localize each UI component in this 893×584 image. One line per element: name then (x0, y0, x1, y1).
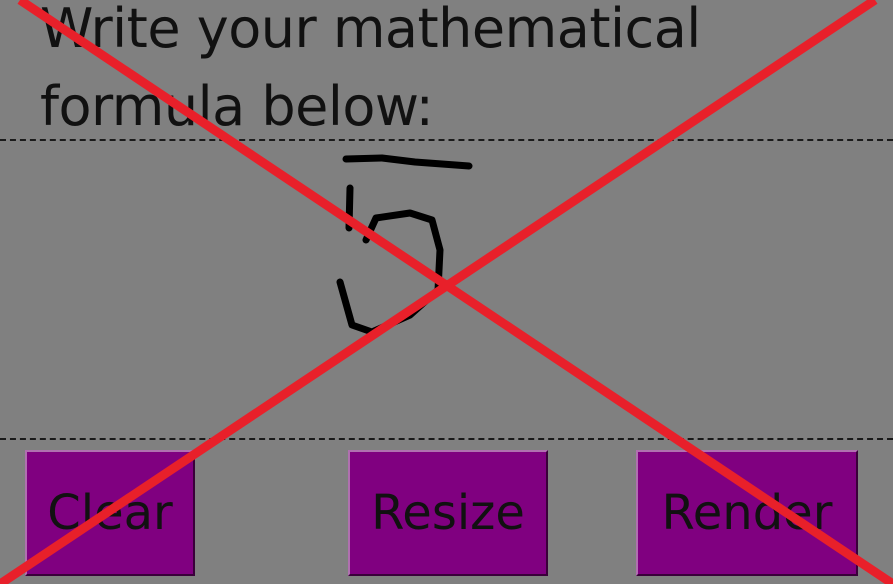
ink-stroke (336, 209, 444, 336)
clear-button[interactable]: Clear (25, 450, 195, 576)
ink-stroke (345, 184, 354, 232)
formula-input-window: Write your mathematical formula below: C… (0, 0, 893, 584)
bottom-dashed-divider (0, 438, 893, 440)
handwriting-svg (336, 154, 473, 336)
render-button[interactable]: Render (636, 450, 858, 576)
drawing-canvas[interactable] (0, 141, 893, 437)
instruction-text: Write your mathematical formula below: (40, 0, 701, 138)
ink-stroke (342, 154, 473, 170)
resize-button[interactable]: Resize (348, 450, 548, 576)
